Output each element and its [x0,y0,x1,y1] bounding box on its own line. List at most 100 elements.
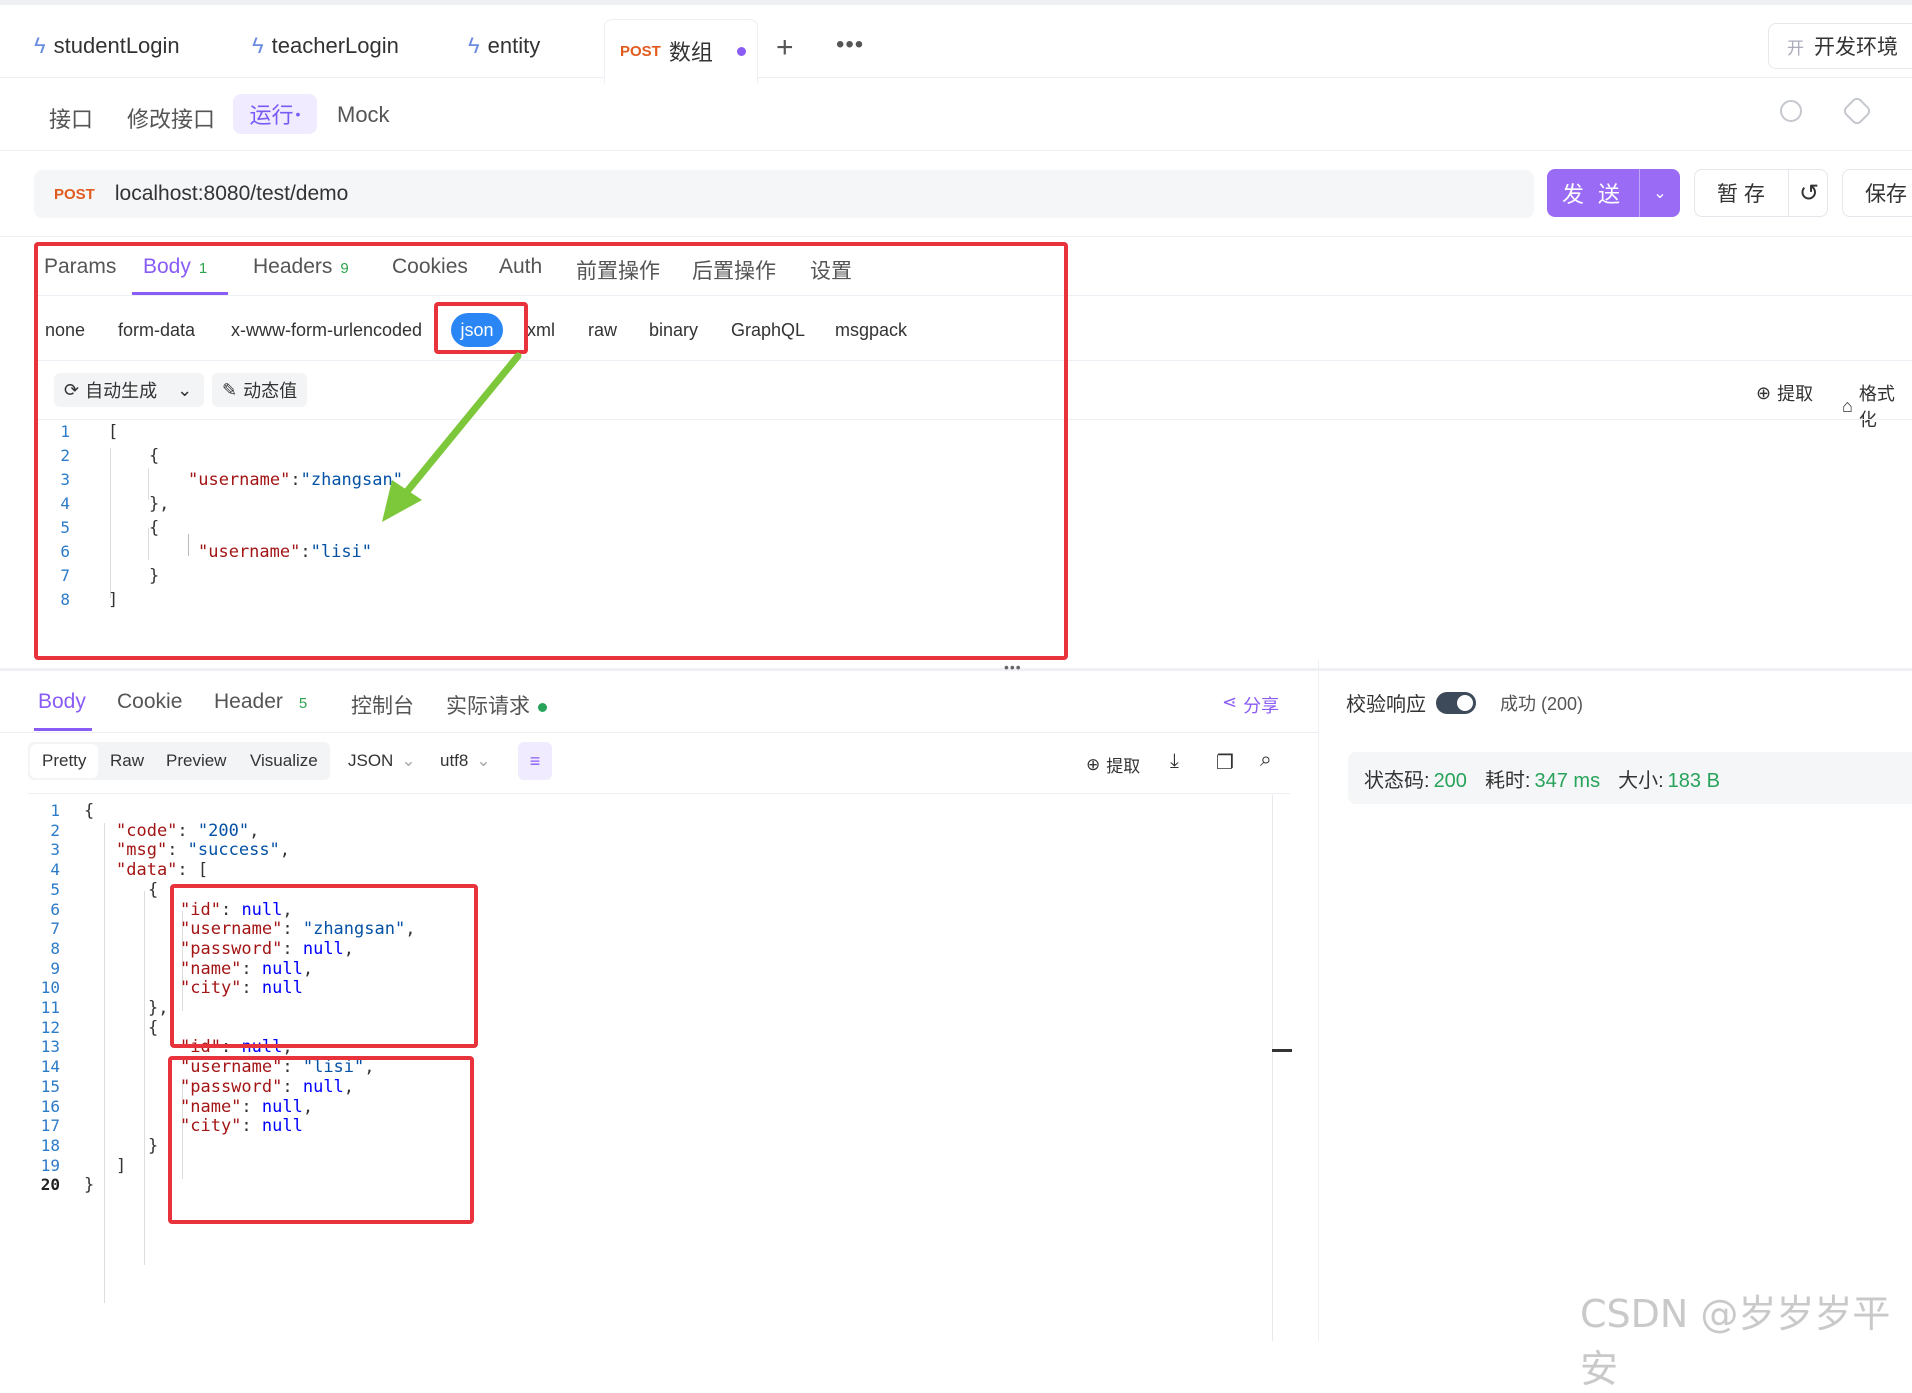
reset-icon[interactable]: ↺ [1788,169,1829,217]
count-badge: 5 [298,695,308,712]
tab-teacherLogin[interactable]: ϟ teacherLogin [252,33,399,59]
share-link-icon[interactable] [1841,95,1873,127]
upload-circle-icon: ⊕ [1756,382,1772,403]
bolt-icon: ϟ [34,33,46,58]
annotation-red-box-item-1 [170,884,478,1048]
status-code-value: 200 [1433,769,1467,792]
request-tab-bar: ϟ studentLogin ϟ teacherLogin ϟ entity P… [0,0,1912,83]
line-number: 4 [50,860,60,880]
line-number: 2 [50,820,60,840]
status-size: 大小: 183 B [1618,764,1720,793]
bolt-icon: ϟ [252,33,264,58]
line-number: 16 [40,1096,60,1116]
format-button[interactable]: ⌂ 格式化 [1842,380,1912,432]
brush-icon: ⌂ [1842,395,1853,416]
bolt-icon: ϟ [468,33,480,58]
tab-label: studentLogin [53,33,180,58]
view-tab-preview[interactable]: Preview [166,744,226,778]
send-button[interactable]: 发 送 ⌄ [1547,169,1680,217]
indent-guide [104,823,105,1303]
environment-selector[interactable]: 开 开发环境 [1768,23,1912,69]
extract-button[interactable]: ⊕ 提取 [1756,380,1813,406]
status-size-label: 大小: [1618,769,1664,792]
line-number: 12 [40,1017,60,1037]
view-tab-pretty[interactable]: Pretty [30,744,99,778]
save-label: 保存 [1865,183,1907,206]
line-number: 14 [40,1057,60,1077]
line-number: 11 [40,998,60,1017]
resp-tab-actual-request[interactable]: 实际请求 [446,690,547,720]
code-line: { [148,1016,158,1040]
status-code-label: 状态码: [1364,769,1430,792]
subnav-run-label: 运行 [249,103,294,128]
validate-label: 校验响应 [1346,694,1426,716]
resp-tab-console[interactable]: 控制台 [351,690,414,720]
subnav-mock[interactable]: Mock [337,102,390,128]
share-icon: ⋖ [1222,692,1238,712]
chevron-down-icon[interactable]: ⌄ [1639,169,1680,217]
copy-icon[interactable]: ❐ [1216,750,1234,775]
watermark-text: CSDN @岁岁岁平安 [1580,1292,1891,1391]
code-line: } [84,1173,94,1197]
resp-tab-body[interactable]: Body [38,690,86,714]
add-tab-plus-icon[interactable]: + [776,31,794,65]
annotation-red-box-item-2 [168,1056,474,1224]
search-icon[interactable]: ⌕ [1260,748,1272,772]
env-icon: 开 [1787,38,1804,58]
download-icon[interactable]: ⤓ [1170,750,1179,773]
subnav-dot: • [295,106,301,122]
drag-handle-icon[interactable]: ••• [1004,659,1022,675]
url-bar[interactable]: POST localhost:8080/test/demo [34,170,1534,218]
code-line: } [148,1134,158,1158]
validate-toggle[interactable] [1436,691,1476,714]
line-number: 8 [50,938,60,958]
wrap-lines-icon[interactable]: ≡ [518,742,552,780]
share-button[interactable]: ⋖ 分享 [1222,692,1279,718]
divider [0,732,1318,733]
line-number: 13 [40,1037,60,1057]
save-button[interactable]: 保存 [1842,169,1912,217]
view-tab-raw[interactable]: Raw [110,744,144,778]
chevron-down-icon: ⌄ [401,751,416,770]
status-code: 状态码: 200 [1364,764,1467,793]
extract-label: 提取 [1777,384,1814,404]
subnav-interface[interactable]: 接口 [49,102,93,134]
status-time-value: 347 ms [1534,769,1601,792]
resp-tab-cookie[interactable]: Cookie [117,690,182,714]
subnav-edit-interface[interactable]: 修改接口 [127,102,215,134]
indent-guide [144,891,145,1265]
resp-tab-header[interactable]: Header 5 [214,690,307,714]
tab-array-active[interactable]: POST 数组 [620,35,746,67]
url-input[interactable]: localhost:8080/test/demo [115,182,348,206]
tab-label: Header [214,690,283,713]
code-line: { [84,799,94,823]
tab-entity[interactable]: ϟ entity [468,33,540,59]
code-text: { [148,1017,159,1038]
divider [0,236,1912,237]
format-label: 格式化 [1858,384,1895,430]
method-tag: POST [620,42,661,60]
validate-response[interactable]: 校验响应 成功 (200) [1346,688,1583,717]
line-number: 9 [50,958,60,978]
scrollbar-thumb[interactable] [1272,1049,1292,1052]
format-select[interactable]: JSON ⌄ [348,744,416,778]
line-number: 10 [40,978,60,998]
more-tabs-icon[interactable]: ••• [836,31,864,59]
json-colon: : [177,860,198,881]
view-tab-visualize[interactable]: Visualize [250,744,318,778]
request-method[interactable]: POST [54,186,95,203]
encoding-select[interactable]: utf8 ⌄ [440,744,491,778]
tab-label: teacherLogin [271,33,399,58]
line-number: 15 [40,1076,60,1096]
resp-extract-button[interactable]: ⊕ 提取 [1086,752,1140,777]
upload-circle-icon: ⊕ [1086,754,1101,774]
code-text: } [148,1135,159,1156]
tab-studentLogin[interactable]: ϟ studentLogin [34,33,180,59]
subnav-run[interactable]: 运行 • [233,94,317,134]
history-icon[interactable] [1780,100,1802,122]
save-temp-label: 暂 存 [1717,183,1765,206]
code-line: "data": [ [116,858,208,882]
env-label: 开发环境 [1814,36,1898,59]
status-time: 耗时: 347 ms [1485,764,1600,793]
tab-label: 实际请求 [446,695,530,718]
